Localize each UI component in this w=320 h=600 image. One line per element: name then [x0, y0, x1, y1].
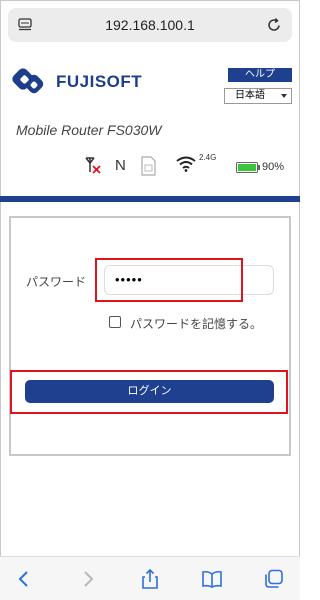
browser-toolbar [0, 556, 300, 600]
header-divider [0, 196, 300, 202]
share-icon[interactable] [140, 569, 160, 589]
brand-name: FUJISOFT [56, 72, 143, 91]
help-button[interactable]: ヘルプ [228, 68, 292, 82]
wifi-band: 2.4G [199, 153, 217, 162]
battery-percent: 90% [262, 161, 285, 173]
antenna-no-signal-icon [85, 157, 101, 174]
remember-password-checkbox[interactable] [109, 316, 121, 328]
language-select[interactable]: 日本語 [224, 88, 292, 104]
forward-icon[interactable] [78, 569, 98, 589]
network-mode: N [115, 157, 126, 174]
fujisoft-logo-icon [12, 68, 44, 94]
tabs-icon[interactable] [264, 569, 284, 589]
login-button[interactable]: ログイン [25, 380, 274, 403]
reload-icon[interactable] [266, 17, 282, 33]
remember-password-label[interactable]: パスワードを記憶する。 [130, 315, 262, 332]
password-label: パスワード [26, 275, 87, 289]
wifi-icon [176, 156, 196, 172]
model-name: Mobile Router FS030W [16, 122, 162, 138]
password-highlight-box [95, 258, 243, 302]
login-panel [9, 216, 291, 456]
back-icon[interactable] [14, 569, 34, 589]
url-text[interactable]: 192.168.100.1 [8, 17, 292, 33]
address-bar[interactable]: 192.168.100.1 [8, 8, 292, 42]
sim-card-icon [141, 156, 156, 176]
bookmarks-icon[interactable] [202, 569, 222, 589]
battery-icon [236, 162, 260, 173]
language-selected: 日本語 [235, 90, 265, 101]
chevron-down-icon [281, 94, 287, 98]
